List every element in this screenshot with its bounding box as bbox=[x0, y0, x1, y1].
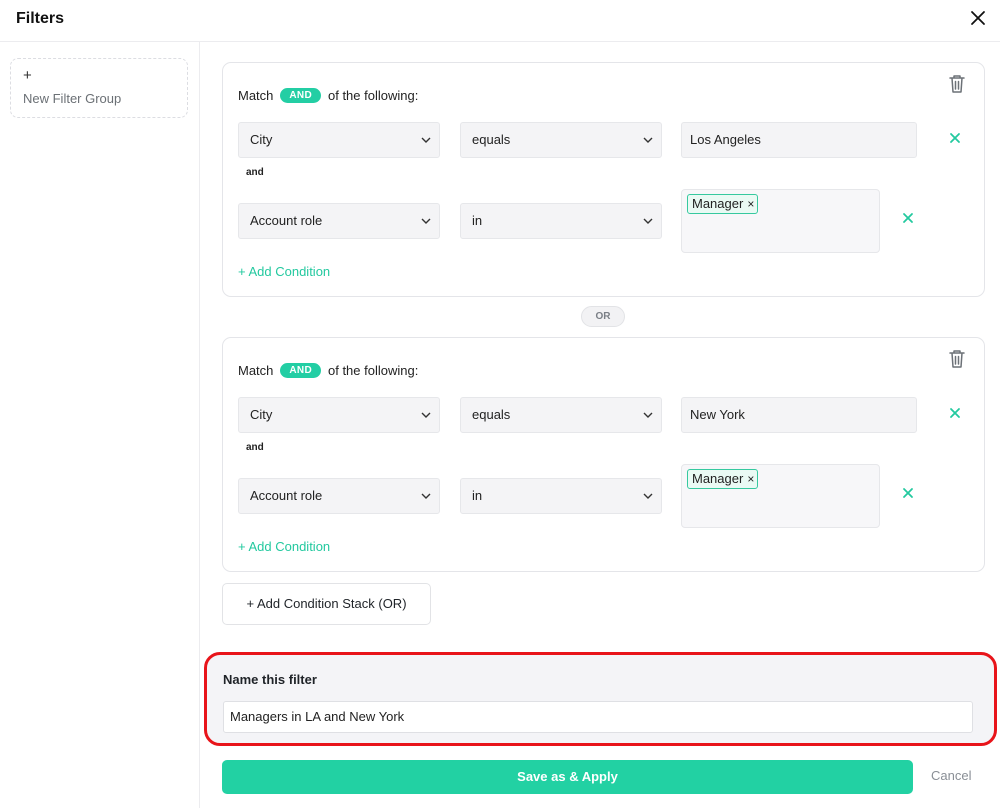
tag-remove-icon[interactable]: × bbox=[747, 197, 754, 211]
remove-condition-icon[interactable] bbox=[947, 130, 963, 146]
operator-select[interactable]: in bbox=[460, 478, 662, 514]
remove-condition-icon[interactable] bbox=[900, 210, 916, 226]
tag-input[interactable]: Manager × bbox=[681, 189, 880, 253]
match-mode-toggle[interactable]: AND bbox=[280, 363, 321, 378]
operator-select[interactable]: equals bbox=[460, 122, 662, 158]
trash-icon[interactable] bbox=[948, 74, 966, 94]
connector-label: and bbox=[246, 167, 264, 178]
connector-label: and bbox=[246, 442, 264, 453]
filters-header: Filters bbox=[0, 0, 1000, 42]
field-select[interactable]: Account role bbox=[238, 478, 440, 514]
chevron-down-icon bbox=[421, 493, 431, 499]
operator-select-value: equals bbox=[472, 132, 511, 147]
close-icon bbox=[971, 11, 985, 25]
operator-select-value: in bbox=[472, 488, 483, 503]
add-condition-link[interactable]: + Add Condition bbox=[238, 539, 330, 554]
condition-group-2: Match AND of the following: City equals … bbox=[222, 337, 985, 572]
operator-select[interactable]: in bbox=[460, 203, 662, 239]
value-tag: Manager × bbox=[687, 194, 759, 214]
chevron-down-icon bbox=[643, 137, 653, 143]
value-tag-label: Manager bbox=[692, 196, 744, 211]
match-row: Match AND of the following: bbox=[238, 363, 418, 378]
remove-condition-icon[interactable] bbox=[947, 405, 963, 421]
chevron-down-icon bbox=[643, 493, 653, 499]
operator-select-value: in bbox=[472, 213, 483, 228]
add-condition-link[interactable]: + Add Condition bbox=[238, 264, 330, 279]
remove-condition-icon[interactable] bbox=[900, 485, 916, 501]
match-prefix: Match bbox=[238, 363, 274, 378]
value-input[interactable]: New York bbox=[681, 397, 917, 433]
trash-icon[interactable] bbox=[948, 349, 966, 369]
add-condition-stack-button[interactable]: + Add Condition Stack (OR) bbox=[222, 583, 431, 625]
cancel-button[interactable]: Cancel bbox=[931, 768, 971, 783]
match-suffix: of the following: bbox=[327, 363, 419, 378]
page-title: Filters bbox=[16, 10, 65, 27]
new-filter-group-button[interactable]: + New Filter Group bbox=[10, 58, 188, 118]
field-select-value: City bbox=[250, 407, 273, 422]
field-select[interactable]: Account role bbox=[238, 203, 440, 239]
new-filter-group-label: New Filter Group bbox=[23, 91, 122, 106]
chevron-down-icon bbox=[643, 412, 653, 418]
match-suffix: of the following: bbox=[327, 88, 419, 103]
operator-select[interactable]: equals bbox=[460, 397, 662, 433]
name-filter-label: Name this filter bbox=[223, 672, 317, 687]
operator-select-value: equals bbox=[472, 407, 511, 422]
tag-input[interactable]: Manager × bbox=[681, 464, 880, 528]
match-row: Match AND of the following: bbox=[238, 88, 418, 103]
save-apply-button[interactable]: Save as & Apply bbox=[222, 760, 913, 794]
field-select-value: City bbox=[250, 132, 273, 147]
filter-editor: Match AND of the following: City equals … bbox=[200, 42, 1000, 808]
match-prefix: Match bbox=[238, 88, 274, 103]
value-tag-label: Manager bbox=[692, 471, 744, 486]
filter-name-input[interactable]: Managers in LA and New York bbox=[223, 701, 973, 733]
value-tag: Manager × bbox=[687, 469, 759, 489]
close-button[interactable] bbox=[966, 6, 990, 30]
or-separator: OR bbox=[581, 306, 625, 327]
field-select[interactable]: City bbox=[238, 122, 440, 158]
field-select[interactable]: City bbox=[238, 397, 440, 433]
field-select-value: Account role bbox=[250, 488, 323, 503]
chevron-down-icon bbox=[421, 218, 431, 224]
match-mode-toggle[interactable]: AND bbox=[280, 88, 321, 103]
condition-group-1: Match AND of the following: City equals … bbox=[222, 62, 985, 297]
chevron-down-icon bbox=[421, 412, 431, 418]
chevron-down-icon bbox=[421, 137, 431, 143]
name-filter-panel: Name this filter Managers in LA and New … bbox=[204, 652, 997, 746]
value-input[interactable]: Los Angeles bbox=[681, 122, 917, 158]
sidebar: + New Filter Group bbox=[0, 42, 200, 808]
field-select-value: Account role bbox=[250, 213, 323, 228]
tag-remove-icon[interactable]: × bbox=[747, 472, 754, 486]
plus-icon: + bbox=[23, 67, 32, 84]
chevron-down-icon bbox=[643, 218, 653, 224]
